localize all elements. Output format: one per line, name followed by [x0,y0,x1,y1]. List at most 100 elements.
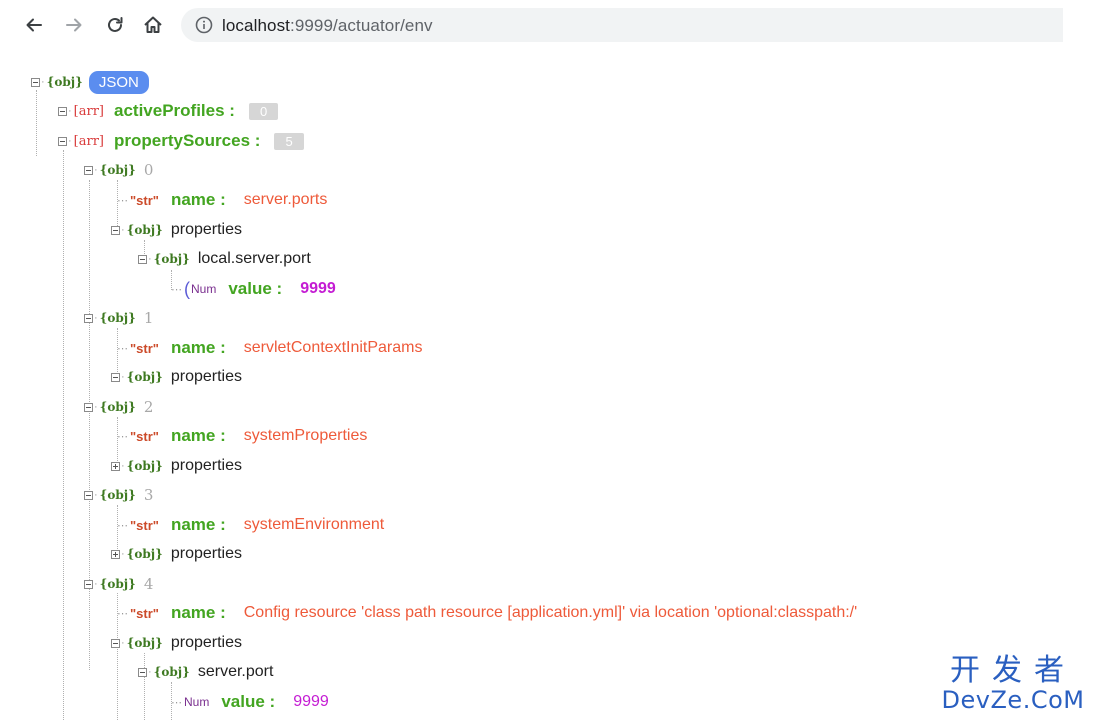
tree-node-value: ⋯( Num value : 9999 [171,278,336,299]
collapse-toggle-icon[interactable] [138,254,147,264]
forward-arrow-icon[interactable] [62,13,86,37]
collapse-toggle-icon[interactable] [84,165,93,175]
key-label: name : [170,603,226,622]
key-label: name : [170,515,226,534]
string-value: servletContextInitParams [243,339,423,356]
info-icon[interactable] [195,16,213,39]
key-label: properties [170,634,242,651]
url-text[interactable]: localhost:9999/actuator/env [222,16,433,36]
type-tag-num: Num [191,282,217,296]
home-icon[interactable] [141,13,165,37]
collapse-toggle-icon[interactable] [138,667,147,677]
tree-node-properties: · {obj} properties [111,454,242,478]
type-tag-str: "str" [130,517,159,533]
key-label: properties [170,457,242,474]
number-value: 9999 [300,280,336,297]
tree-node-value: ⋯ Num value : 9999 [171,692,329,711]
type-tag-str: "str" [130,340,159,356]
type-tag-obj: {obj} [46,75,83,89]
type-tag-obj: {obj} [153,252,190,266]
string-value: systemEnvironment [243,516,385,533]
collapse-toggle-icon[interactable] [111,372,120,382]
type-tag-arr: [arr] [73,133,104,149]
key-label: properties [170,368,242,385]
type-tag-obj: {obj} [126,547,163,561]
tree-node-propertysources: · [arr] propertySources : 5 [58,129,304,153]
watermark-logo: 开发者 DevZe.CoM [938,655,1088,715]
json-tree-viewer: · {obj} JSON · [arr] activeProfiles : 0 … [0,52,1063,720]
tree-node-name: ⋯ "str" name : server.ports [117,190,328,209]
tree-guide [63,150,64,720]
collapse-toggle-icon[interactable] [84,313,93,323]
index-label: 2 [143,398,154,416]
tree-node-properties: · {obj} properties [111,218,242,242]
key-label: activeProfiles : [114,101,235,120]
tree-node-properties: · {obj} properties [111,365,242,389]
type-tag-obj: {obj} [126,636,163,650]
key-label: name : [170,426,226,445]
key-label: name : [170,190,226,209]
tree-node-item-1: · {obj} 1 [84,306,153,330]
tree-node-name: ⋯ "str" name : systemProperties [117,426,368,445]
type-tag-num: Num [184,695,210,709]
key-label: name : [170,338,226,357]
tree-node-activeprofiles: · [arr] activeProfiles : 0 [58,99,279,123]
json-root-badge: JSON [88,70,149,94]
tree-node-name: ⋯ "str" name : systemEnvironment [117,515,385,534]
count-badge: 5 [274,132,304,150]
collapse-toggle-icon[interactable] [58,136,67,146]
tree-node-item-4: · {obj} 4 [84,572,153,596]
watermark-site-text: DevZe.CoM [941,686,1085,714]
collapse-toggle-icon[interactable] [58,106,67,116]
type-tag-obj: {obj} [126,459,163,473]
reload-icon[interactable] [103,13,127,37]
type-tag-str: "str" [130,428,159,444]
expand-toggle-icon[interactable] [111,549,120,559]
tree-node-properties: · {obj} properties [111,631,242,655]
tree-node-name: ⋯ "str" name : servletContextInitParams [117,338,423,357]
number-value: 9999 [293,693,329,710]
address-bar[interactable]: localhost:9999/actuator/env [181,8,1063,42]
type-tag-obj: {obj} [99,400,136,414]
tree-guide [36,90,37,156]
tree-node-root: · {obj} JSON [31,70,149,94]
key-label: properties [170,545,242,562]
expand-toggle-icon[interactable] [111,461,120,471]
index-label: 4 [143,575,154,593]
tree-node-local-server-port: · {obj} local.server.port [138,247,311,271]
type-tag-obj: {obj} [99,311,136,325]
tree-node-item-0: · {obj} 0 [84,158,153,182]
index-label: 1 [143,309,154,327]
index-label: 0 [143,161,154,179]
tree-node-properties: · {obj} properties [111,542,242,566]
collapse-toggle-icon[interactable] [84,402,93,412]
string-value: Config resource 'class path resource [ap… [243,604,858,621]
type-tag-arr: [arr] [73,103,104,119]
watermark-chinese-text: 开发者 [950,653,1076,688]
type-tag-str: "str" [130,605,159,621]
count-badge: 0 [248,102,279,120]
tree-node-name: ⋯ "str" name : Config resource 'class pa… [117,603,858,622]
key-label: properties [170,221,242,238]
type-tag-obj: {obj} [153,665,190,679]
type-tag-obj: {obj} [99,163,136,177]
tree-node-server-port: · {obj} server.port [138,660,273,684]
collapse-toggle-icon[interactable] [84,490,93,500]
collapse-toggle-icon[interactable] [111,225,120,235]
back-arrow-icon[interactable] [22,13,46,37]
key-label: server.port [197,663,274,680]
tree-node-item-2: · {obj} 2 [84,395,153,419]
index-label: 3 [143,486,154,504]
string-value: systemProperties [243,427,368,444]
tree-node-item-3: · {obj} 3 [84,483,153,507]
collapse-toggle-icon[interactable] [111,638,120,648]
collapse-toggle-icon[interactable] [31,77,40,87]
key-label: value : [221,692,276,711]
type-tag-str: "str" [130,192,159,208]
type-tag-obj: {obj} [126,370,163,384]
tree-guide [89,180,90,670]
type-tag-obj: {obj} [99,488,136,502]
type-tag-obj: {obj} [126,223,163,237]
collapse-toggle-icon[interactable] [84,579,93,589]
browser-toolbar: localhost:9999/actuator/env [0,0,1063,53]
